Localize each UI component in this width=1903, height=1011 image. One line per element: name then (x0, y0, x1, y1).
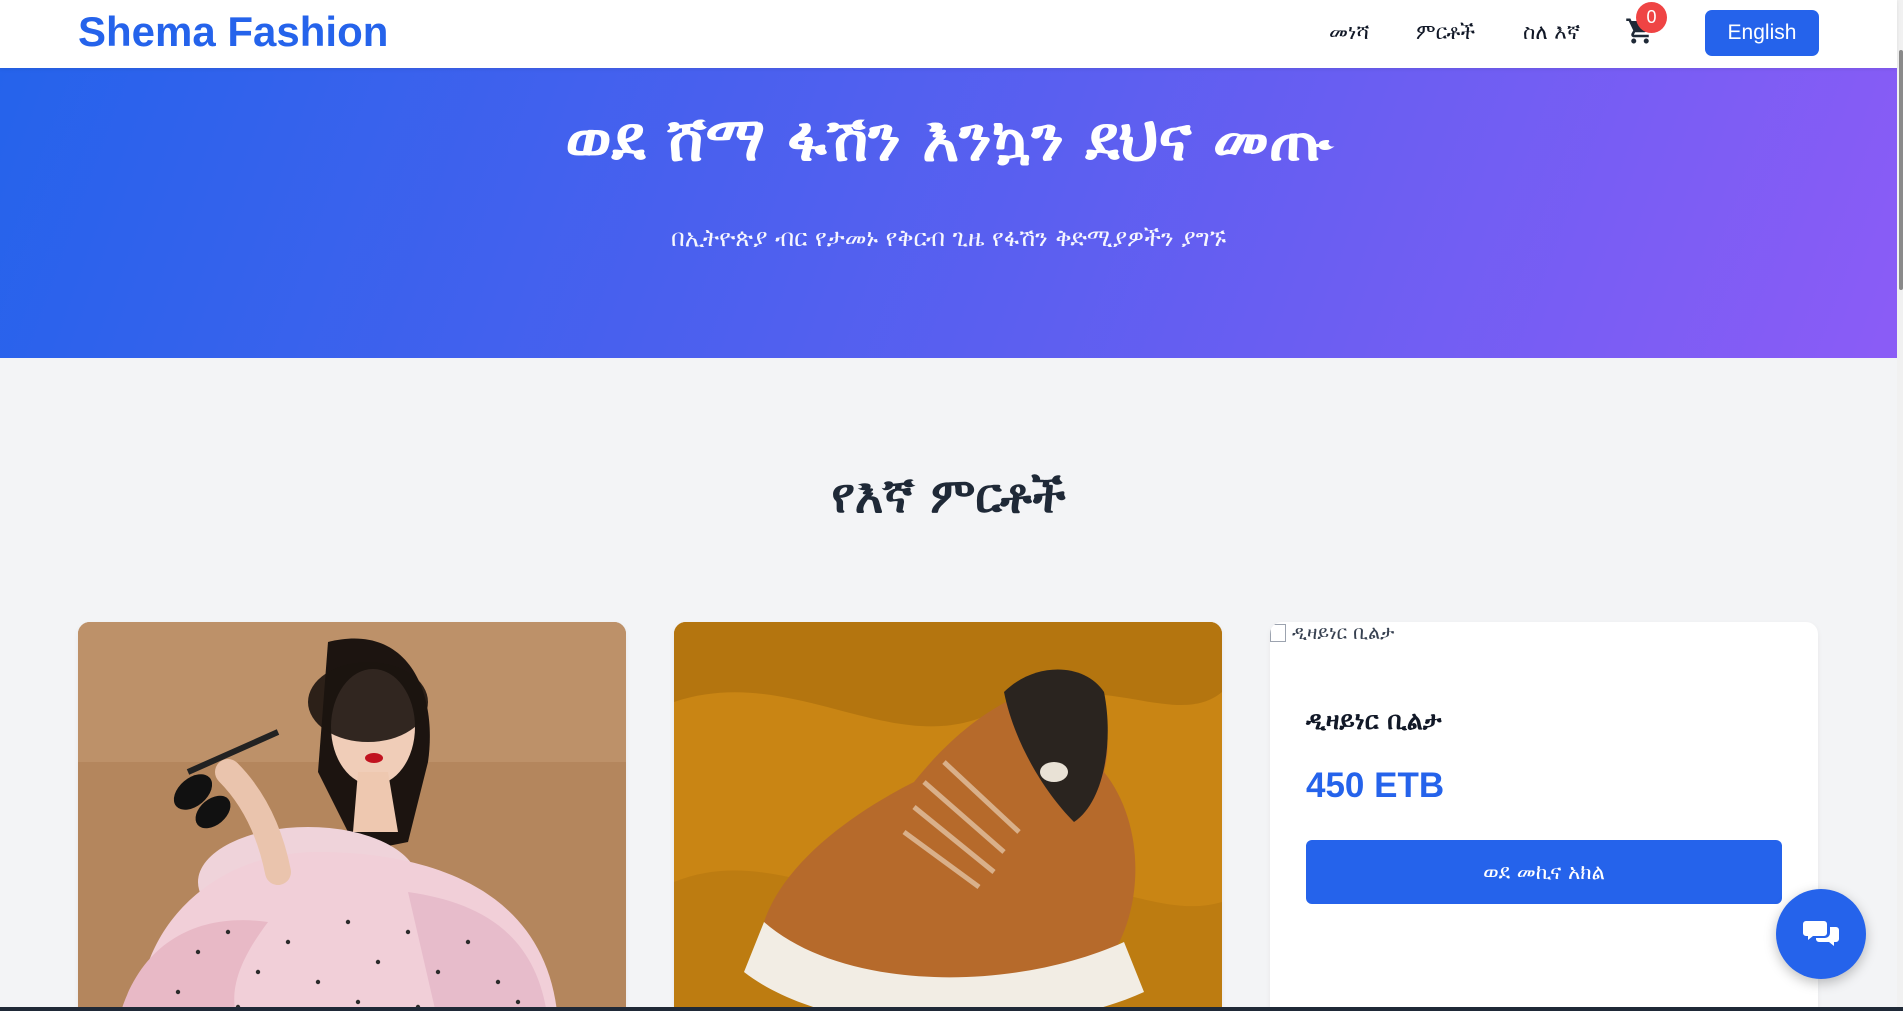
navbar: Shema Fashion መነሻ ምርቶች ስለ እኛ 0 English (0, 0, 1897, 68)
woman-photo-illustration (78, 622, 626, 1011)
add-to-cart-button[interactable]: ወደ መኪና አክል (1306, 840, 1782, 904)
scrollbar[interactable] (1897, 0, 1903, 1011)
language-toggle-button[interactable]: English (1705, 10, 1819, 56)
nav-about[interactable]: ስለ እኛ (1523, 20, 1580, 45)
brand-logo[interactable]: Shema Fashion (78, 8, 388, 56)
chat-button[interactable] (1776, 889, 1866, 979)
product-card-1[interactable] (78, 622, 626, 1011)
product-image[interactable] (78, 622, 626, 1011)
product-image-broken[interactable]: ዲዛይነር ቢልታ (1270, 622, 1394, 644)
hero-subtitle: በኢትዮጵያ ብር የታመኑ የቅርብ ጊዜ የፋሽን ቅድሚያዎችን ያግኙ (670, 224, 1226, 252)
product-card-3[interactable]: ዲዛይነር ቢልታ ዲዛይነር ቢልታ 450 ETB ወደ መኪና አክል (1270, 622, 1818, 1011)
product-card-2[interactable] (674, 622, 1222, 1011)
products-section-title: የእኛ ምርቶች (831, 468, 1066, 524)
nav-products[interactable]: ምርቶች (1416, 20, 1475, 45)
chat-bubbles-icon (1803, 921, 1839, 946)
product-image[interactable] (674, 622, 1222, 1011)
sneaker-photo-illustration (674, 622, 1222, 1011)
hero-title: ወደ ሸማ ፋሽን እንኳን ደህና መጡ (565, 102, 1332, 175)
product-name: ዲዛይነር ቢልታ (1306, 706, 1442, 735)
scrollbar-thumb[interactable] (1899, 50, 1903, 290)
nav-home[interactable]: መነሻ (1329, 20, 1369, 45)
cart-count-badge: 0 (1636, 2, 1667, 33)
hero-banner: ወደ ሸማ ፋሽን እንኳን ደህና መጡ በኢትዮጵያ ብር የታመኑ የቅር… (0, 68, 1897, 358)
product-price: 450 ETB (1306, 766, 1445, 805)
product-image-alt: ዲዛይነር ቢልታ (1292, 622, 1395, 644)
window-bottom-edge (0, 1007, 1903, 1011)
broken-image-icon (1270, 624, 1286, 642)
